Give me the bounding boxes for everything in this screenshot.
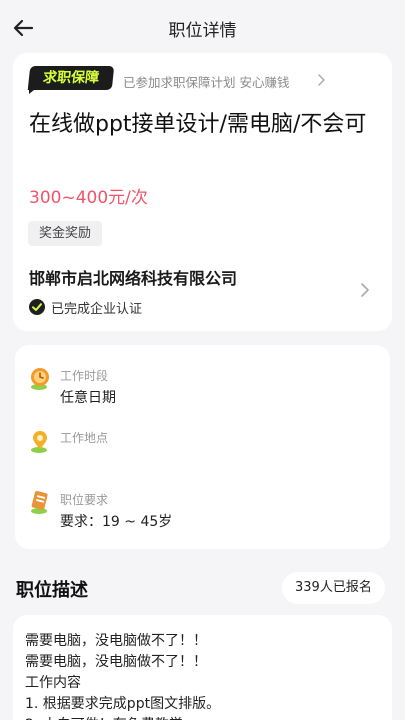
job-title: 在线做ppt接单设计/需电脑/不会可	[29, 112, 367, 137]
chevron-right-icon	[318, 74, 325, 86]
reward-tag: 奖金奖励	[28, 221, 103, 246]
badge-label: 求职保障	[27, 66, 115, 90]
job-guarantee-badge[interactable]: 求职保障	[27, 66, 125, 94]
description-text: 需要电脑，没电脑做不了！！ 需要电脑，没电脑做不了！！ 工作内容 1. 根据要求…	[25, 633, 221, 720]
clipboard-icon	[31, 490, 48, 514]
requirement-value: 要求：19 ~ 45岁	[60, 514, 173, 530]
signup-count-badge: 339人已报名	[282, 572, 385, 604]
chevron-right-icon[interactable]	[359, 281, 371, 299]
job-salary: 300~400元/次	[29, 188, 148, 208]
guarantee-plan-link[interactable]: 已参加求职保障计划 安心赚钱	[123, 72, 289, 91]
top-bar: 职位详情	[0, 0, 405, 56]
description-title: 职位描述	[16, 580, 88, 601]
location-pin-icon	[31, 431, 47, 453]
work-time-value: 任意日期	[60, 390, 116, 406]
work-time-label: 工作时段	[60, 369, 109, 383]
clock-icon	[31, 368, 49, 390]
description-card: 需要电脑，没电脑做不了！！ 需要电脑，没电脑做不了！！ 工作内容 1. 根据要求…	[13, 615, 392, 720]
job-summary-card: 求职保障 已参加求职保障计划 安心赚钱 在线做ppt接单设计/需电脑/不会可 3…	[13, 53, 392, 331]
page-title: 职位详情	[168, 21, 237, 41]
job-details-card: 工作时段 任意日期 工作地点 职位要求 要求：19 ~ 45岁	[15, 345, 390, 549]
check-circle-icon	[29, 299, 45, 315]
requirement-label: 职位要求	[60, 493, 109, 507]
company-name[interactable]: 邯郸市启北网络科技有限公司	[29, 265, 237, 289]
verification-status: 已完成企业认证	[51, 302, 143, 317]
work-location-label: 工作地点	[60, 431, 109, 445]
